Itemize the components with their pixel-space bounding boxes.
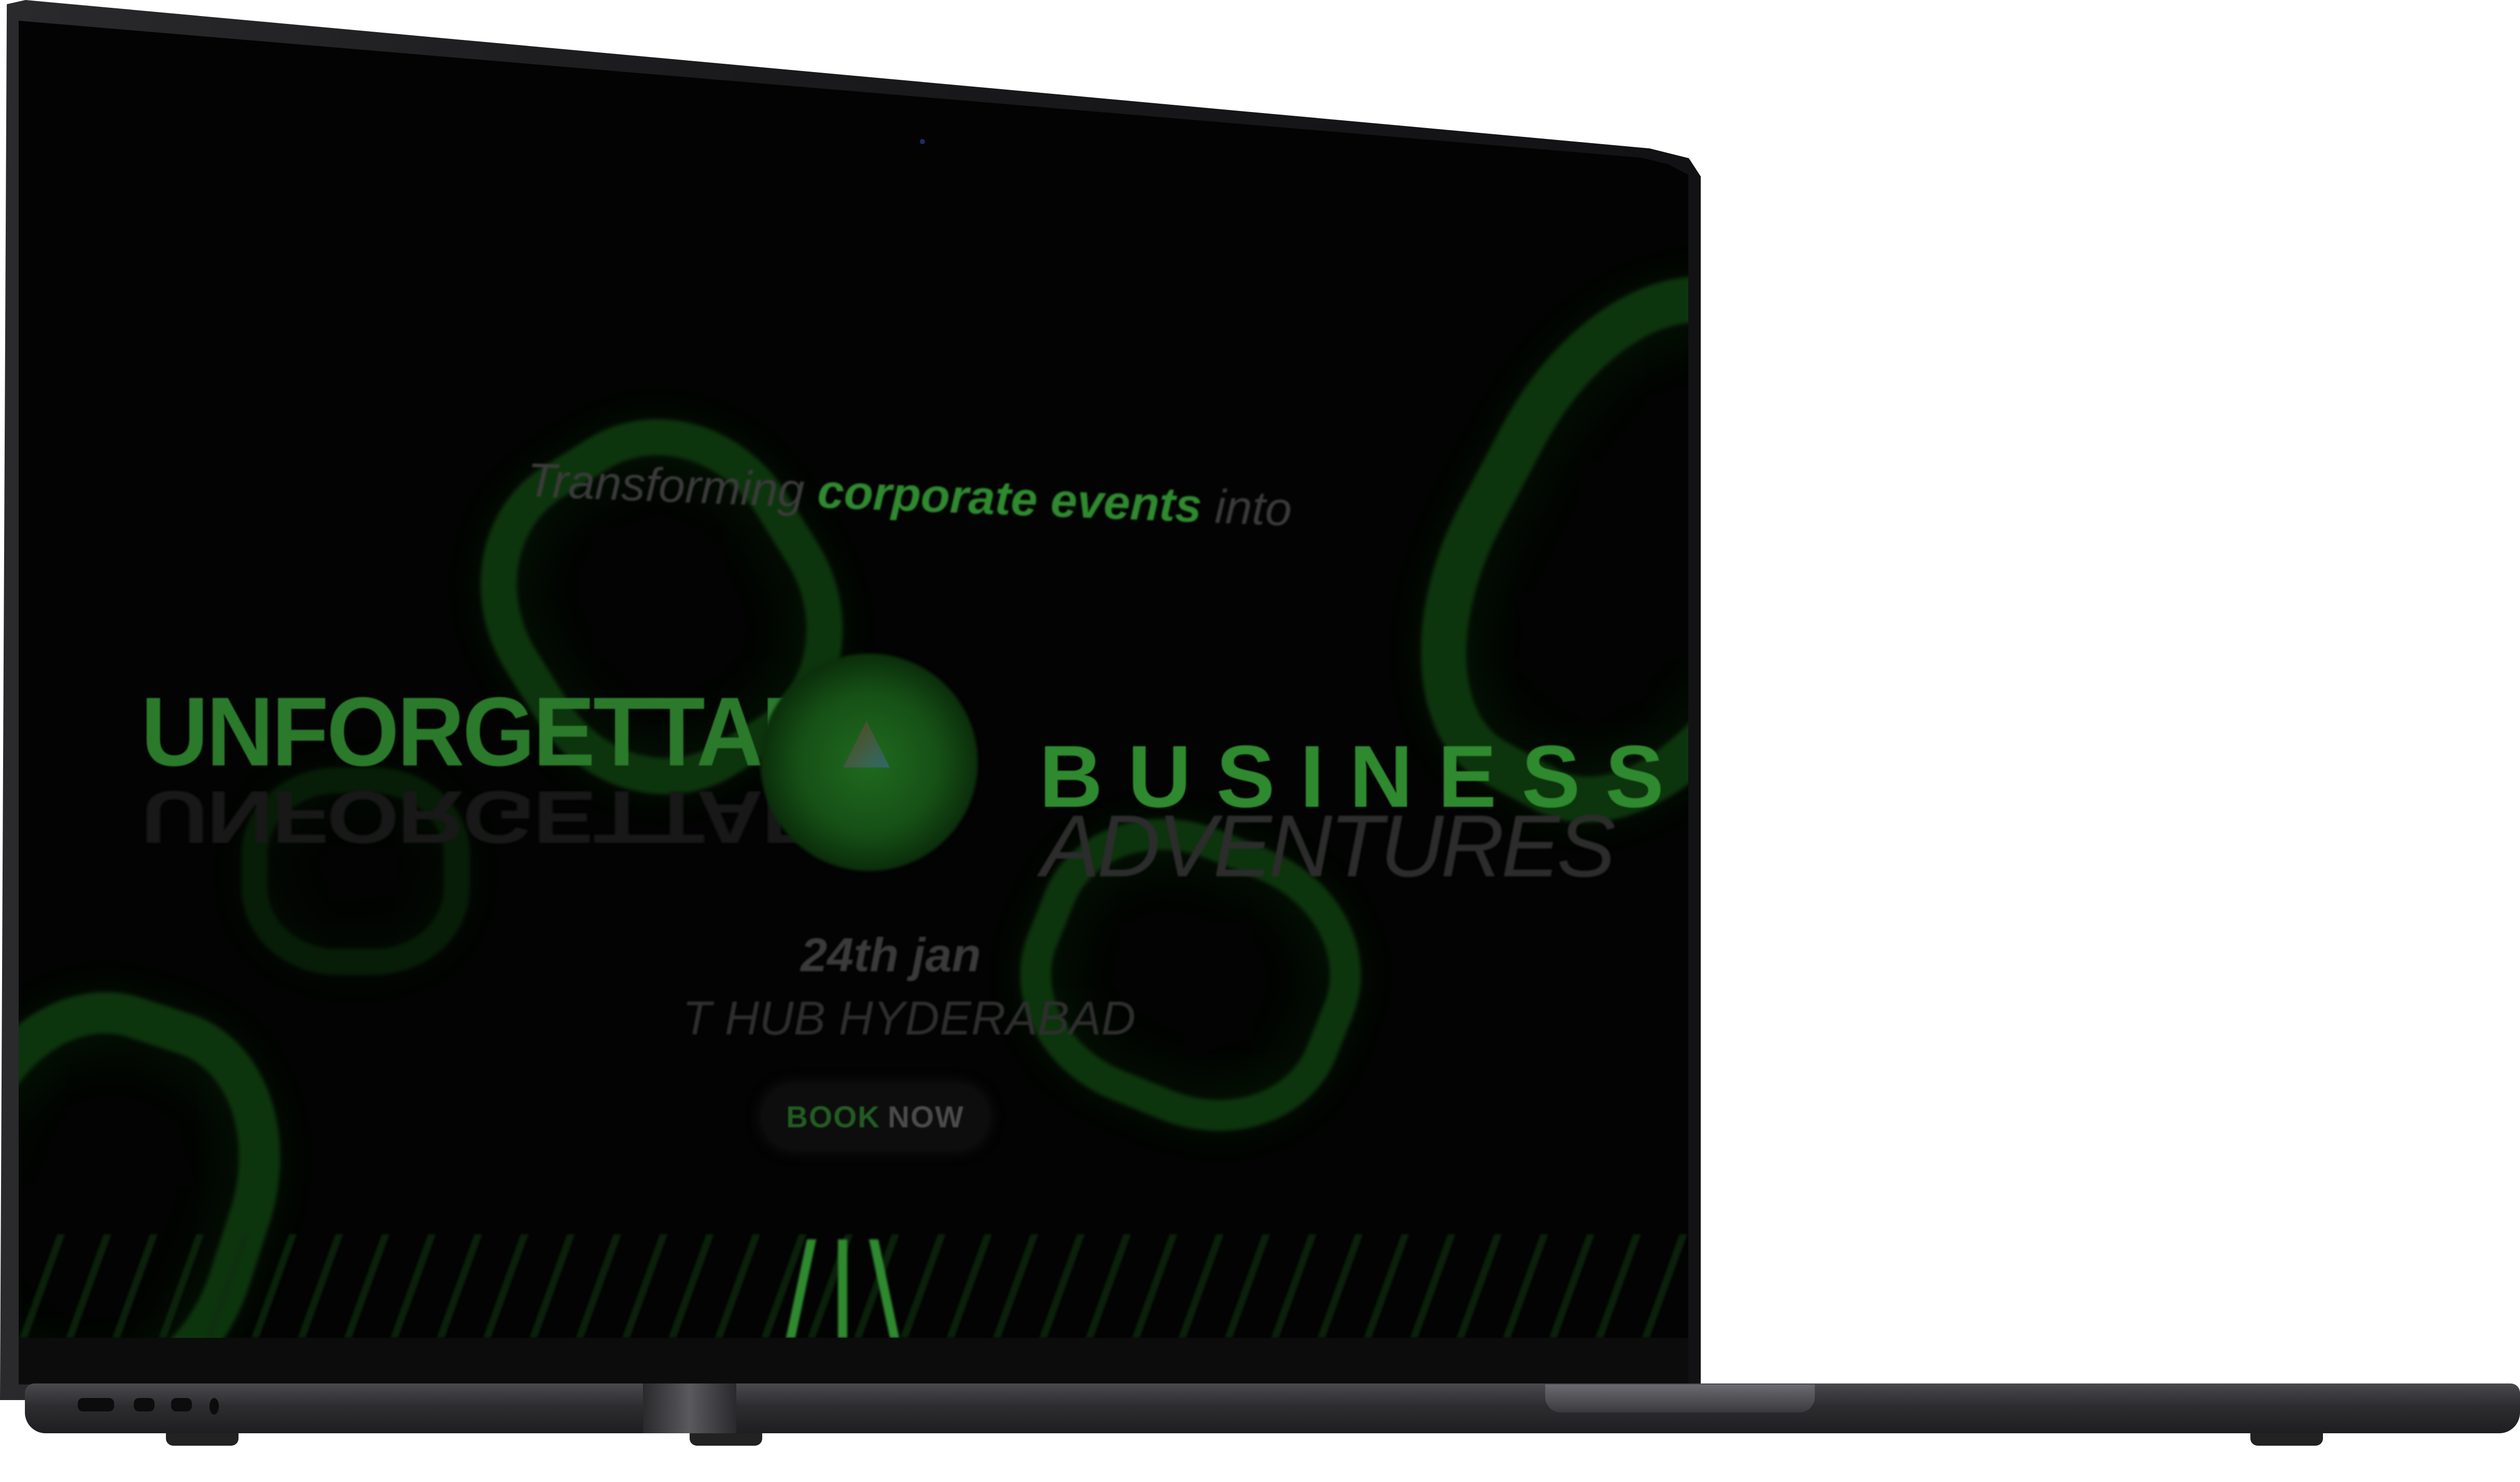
book-now-button[interactable]: BOOK NOW <box>761 1084 989 1150</box>
decorative-stripes <box>19 1234 1688 1338</box>
laptop-foot <box>2250 1433 2323 1446</box>
usb-c-port-icon <box>171 1398 192 1411</box>
laptop-foot <box>166 1433 239 1446</box>
headphone-jack-icon <box>209 1398 219 1415</box>
screen-bezel-bottom <box>19 1338 1688 1385</box>
tagline-suffix: into <box>1214 480 1293 536</box>
usb-c-port-icon <box>134 1398 155 1411</box>
book-now-label-part2: NOW <box>888 1100 964 1134</box>
laptop-hinge <box>643 1383 736 1433</box>
magsafe-port-icon <box>78 1398 114 1411</box>
decorative-stripe <box>838 1239 847 1338</box>
camera-icon <box>920 139 925 144</box>
laptop-foot <box>690 1433 762 1446</box>
laptop-base <box>25 1383 2520 1433</box>
laptop-screen: Transforming corporate events into UNFOR… <box>19 21 1688 1338</box>
book-now-label-part1: BOOK <box>786 1100 881 1134</box>
tagline-highlight: corporate events <box>816 465 1203 533</box>
tagline-prefix: Transforming <box>526 453 806 518</box>
event-date: 24th jan <box>801 929 981 982</box>
laptop-open-notch <box>1545 1385 1815 1413</box>
event-venue: T HUB HYDERABAD <box>682 992 1136 1045</box>
headline-adventures: ADVENTURES <box>1041 797 1616 896</box>
